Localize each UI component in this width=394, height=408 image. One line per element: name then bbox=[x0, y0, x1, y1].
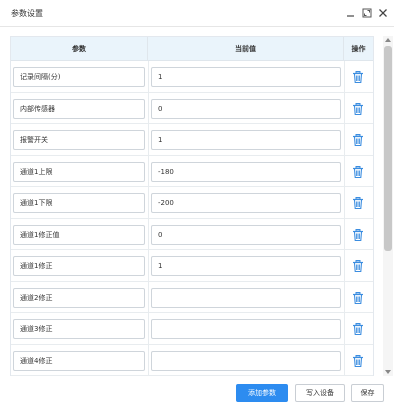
param-value-input[interactable] bbox=[151, 98, 341, 119]
vertical-scrollbar[interactable] bbox=[383, 36, 393, 376]
param-value-input[interactable] bbox=[151, 67, 341, 87]
column-divider bbox=[148, 313, 149, 344]
maximize-icon[interactable] bbox=[360, 6, 373, 19]
trash-icon[interactable] bbox=[351, 70, 365, 84]
param-name-input[interactable] bbox=[13, 319, 145, 339]
table-row bbox=[11, 281, 373, 313]
param-name-input[interactable] bbox=[13, 130, 145, 150]
column-divider bbox=[148, 61, 149, 92]
column-divider bbox=[148, 124, 149, 155]
trash-icon[interactable] bbox=[351, 102, 365, 116]
trash-icon[interactable] bbox=[351, 165, 365, 179]
param-name-input[interactable] bbox=[13, 256, 145, 276]
table-header: 参数 当前值 操作 bbox=[11, 37, 373, 61]
save-button[interactable]: 保存 bbox=[351, 384, 384, 402]
table-row bbox=[11, 155, 373, 187]
param-value-input[interactable] bbox=[151, 256, 341, 276]
param-name-input[interactable] bbox=[13, 287, 145, 308]
title-bar: 参数设置 bbox=[0, 0, 394, 27]
param-value-input[interactable] bbox=[151, 193, 341, 213]
trash-icon[interactable] bbox=[351, 354, 365, 368]
column-divider bbox=[344, 92, 345, 123]
column-header-param: 参数 bbox=[11, 37, 148, 61]
table-row bbox=[11, 344, 373, 376]
param-value-input[interactable] bbox=[151, 350, 341, 371]
write-device-button[interactable]: 写入设备 bbox=[295, 384, 345, 402]
column-divider bbox=[148, 187, 149, 218]
column-divider bbox=[148, 250, 149, 281]
window-title: 参数设置 bbox=[11, 9, 43, 18]
table-row bbox=[11, 124, 373, 156]
column-divider bbox=[148, 155, 149, 186]
column-divider bbox=[344, 155, 345, 186]
scroll-down-icon[interactable] bbox=[385, 370, 391, 374]
column-divider bbox=[148, 218, 149, 249]
table-row bbox=[11, 92, 373, 124]
column-header-operation: 操作 bbox=[351, 45, 366, 53]
add-param-button[interactable]: 添加参数 bbox=[236, 384, 288, 402]
param-value-input[interactable] bbox=[151, 161, 341, 182]
param-name-input[interactable] bbox=[13, 224, 145, 245]
trash-icon[interactable] bbox=[351, 322, 365, 336]
scroll-thumb[interactable] bbox=[384, 46, 392, 251]
table-row bbox=[11, 61, 373, 93]
param-value-input[interactable] bbox=[151, 319, 341, 339]
minimize-icon[interactable] bbox=[344, 6, 357, 19]
column-divider bbox=[344, 124, 345, 155]
trash-icon[interactable] bbox=[351, 259, 365, 273]
scroll-up-icon[interactable] bbox=[385, 38, 391, 42]
column-divider bbox=[344, 313, 345, 344]
table-row bbox=[11, 250, 373, 282]
table-row bbox=[11, 218, 373, 250]
trash-icon[interactable] bbox=[351, 291, 365, 305]
column-header-value: 当前值 bbox=[148, 37, 344, 61]
param-name-input[interactable] bbox=[13, 161, 145, 182]
column-divider bbox=[344, 281, 345, 312]
close-icon[interactable] bbox=[376, 6, 389, 19]
column-divider bbox=[148, 281, 149, 312]
trash-icon[interactable] bbox=[351, 196, 365, 210]
column-divider bbox=[344, 344, 345, 375]
table-row bbox=[11, 313, 373, 345]
trash-icon[interactable] bbox=[351, 133, 365, 147]
param-name-input[interactable] bbox=[13, 193, 145, 213]
param-value-input[interactable] bbox=[151, 224, 341, 245]
param-name-input[interactable] bbox=[13, 350, 145, 371]
param-name-input[interactable] bbox=[13, 98, 145, 119]
column-divider bbox=[344, 61, 345, 92]
column-divider bbox=[344, 218, 345, 249]
column-divider bbox=[148, 92, 149, 123]
params-table: 参数 当前值 操作 bbox=[10, 36, 374, 376]
param-value-input[interactable] bbox=[151, 130, 341, 150]
param-name-input[interactable] bbox=[13, 67, 145, 87]
column-divider bbox=[344, 187, 345, 218]
column-divider bbox=[344, 250, 345, 281]
trash-icon[interactable] bbox=[351, 228, 365, 242]
table-body bbox=[11, 61, 373, 376]
param-value-input[interactable] bbox=[151, 287, 341, 308]
table-row bbox=[11, 187, 373, 219]
column-divider bbox=[148, 344, 149, 375]
